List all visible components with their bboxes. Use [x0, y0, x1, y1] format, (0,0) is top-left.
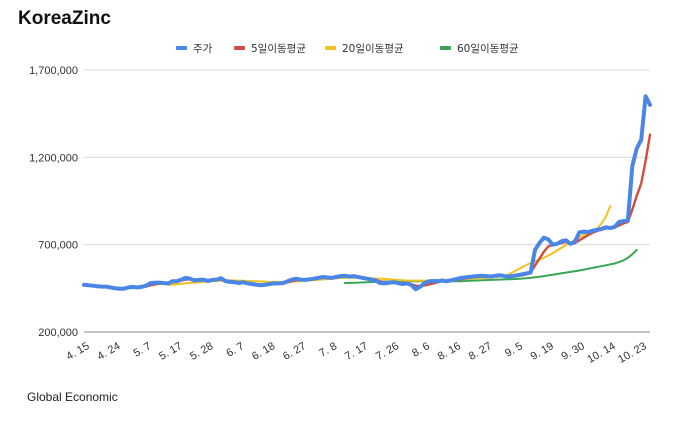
x-tick-label: 10. 23 [616, 340, 648, 366]
x-tick-label: 7. 26 [374, 340, 401, 363]
x-tick-label: 7. 17 [343, 340, 370, 363]
x-tick-label: 8. 16 [436, 340, 463, 363]
y-tick-label: 1,700,000 [29, 65, 78, 77]
x-axis-ticks: 4. 15 4. 24 5. 7 5. 17 5. 28 6. 7 6. 18 6. 27 7.… [64, 340, 648, 366]
legend-swatch [440, 46, 451, 50]
y-tick-label: 1,200,000 [29, 152, 78, 164]
legend-swatch [176, 46, 187, 50]
x-tick-label: 6. 7 [224, 340, 246, 360]
series-line-2 [167, 205, 612, 286]
y-axis-ticks: 200,000 700,000 1,200,000 1,700,000 [29, 65, 78, 339]
x-tick-label: 10. 14 [585, 340, 617, 366]
x-tick-label: 4. 15 [64, 340, 91, 363]
source-label: Global Economic [27, 390, 118, 404]
series-line-0 [82, 94, 652, 292]
y-tick-label: 700,000 [38, 240, 78, 252]
x-tick-label: 5. 17 [157, 340, 184, 363]
x-tick-label: 9. 5 [503, 340, 525, 360]
x-tick-label: 5. 28 [188, 340, 215, 363]
x-tick-label: 8. 27 [467, 340, 494, 363]
x-tick-label: 9. 19 [529, 340, 556, 363]
x-tick-label: 6. 27 [281, 340, 308, 363]
legend-swatch [325, 46, 336, 50]
series-lines [82, 94, 652, 292]
legend-label: 60일이동평균 [457, 42, 519, 55]
x-tick-label: 5. 7 [132, 340, 154, 360]
legend: 주가 5일이동평균 20일이동평균 60일이동평균 [176, 42, 519, 55]
x-tick-label: 9. 30 [560, 340, 587, 363]
grid-lines [84, 69, 650, 333]
x-tick-label: 4. 24 [95, 340, 122, 363]
legend-label: 5일이동평균 [251, 42, 306, 55]
line-chart: 200,000 700,000 1,200,000 1,700,000 4. 15 4.… [29, 42, 652, 366]
x-tick-label: 6. 18 [250, 340, 277, 363]
legend-label: 주가 [193, 43, 213, 55]
legend-label: 20일이동평균 [342, 42, 404, 55]
x-tick-label: 8. 6 [410, 340, 432, 360]
legend-swatch [234, 46, 245, 50]
x-tick-label: 7. 8 [317, 340, 339, 360]
y-tick-label: 200,000 [38, 327, 78, 339]
